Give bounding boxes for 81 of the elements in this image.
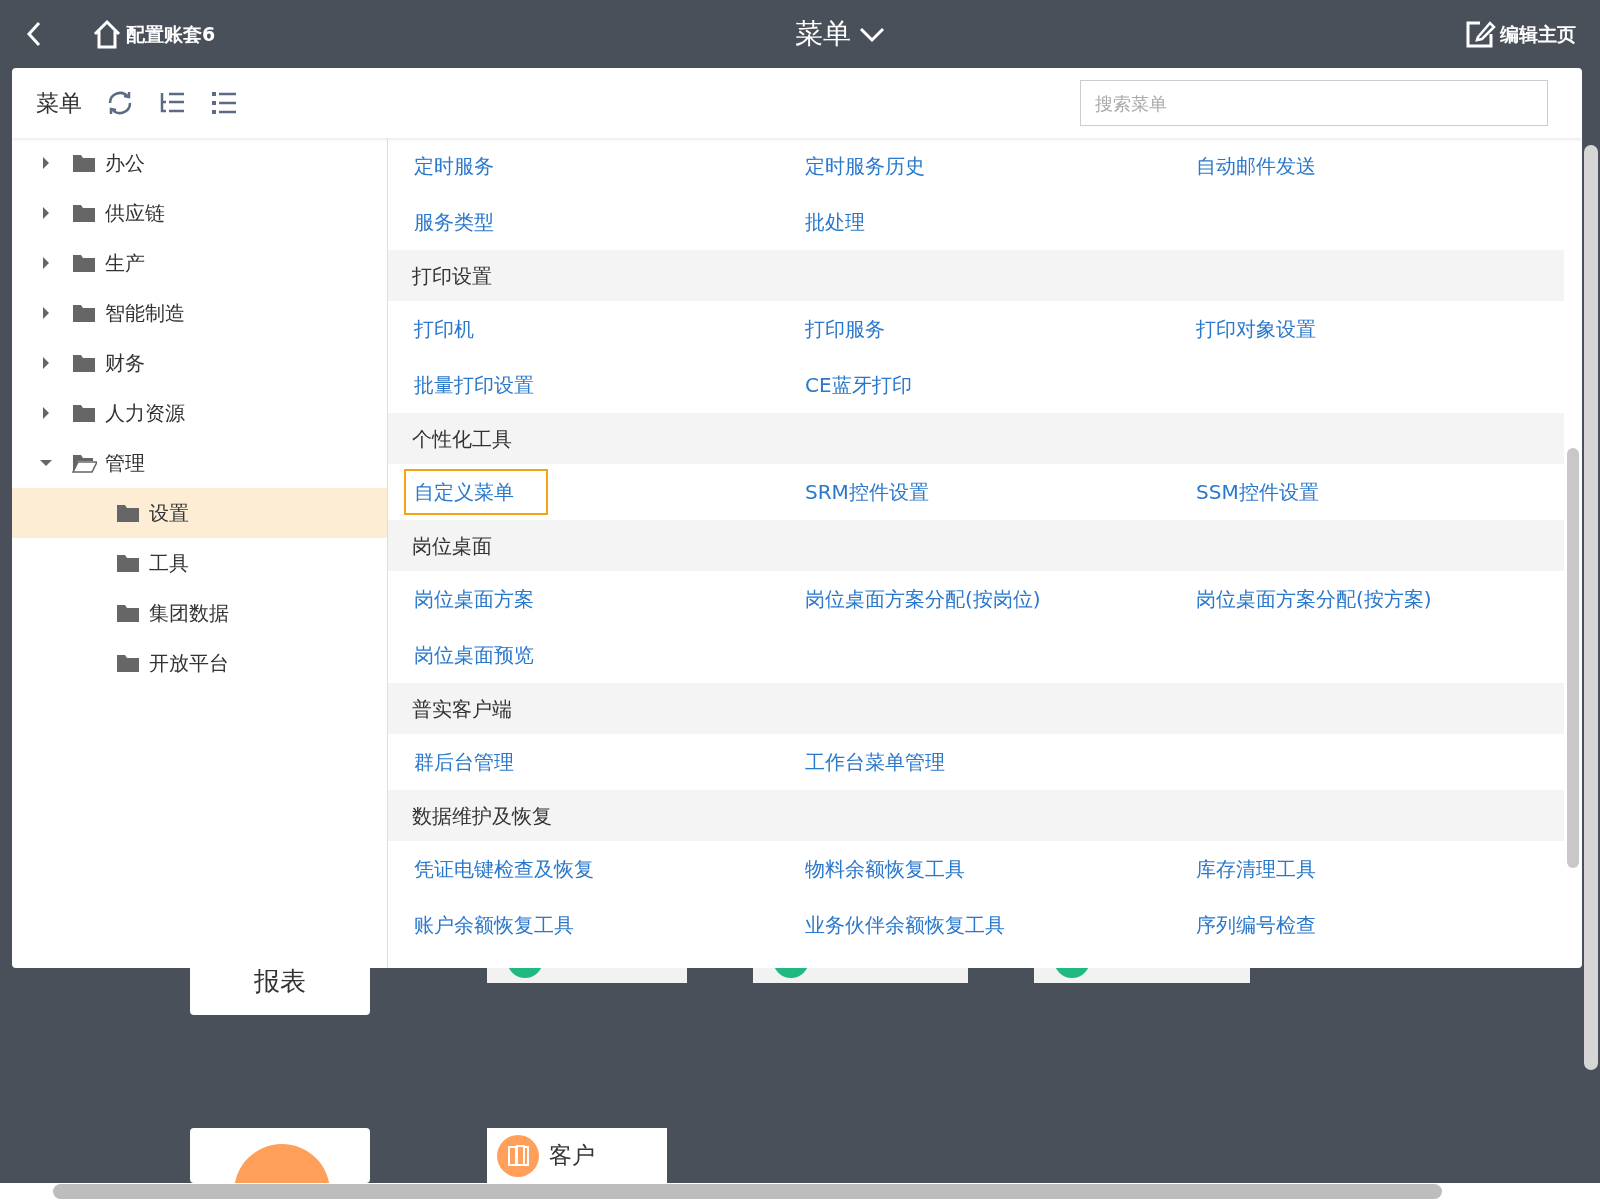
menu-link[interactable]: 岗位桌面方案分配(按方案) bbox=[1186, 576, 1442, 622]
panel-title: 菜单 bbox=[36, 88, 82, 118]
home-icon bbox=[92, 19, 122, 49]
tree-item[interactable]: 办公 bbox=[12, 138, 387, 188]
menu-link[interactable]: 批量打印设置 bbox=[404, 362, 544, 408]
menu-link[interactable]: 定时服务 bbox=[404, 143, 504, 189]
tree-item[interactable]: 财务 bbox=[12, 338, 387, 388]
books-icon bbox=[497, 1134, 539, 1177]
menu-link[interactable]: SSM控件设置 bbox=[1186, 469, 1329, 515]
refresh-icon bbox=[106, 89, 134, 117]
section-header: 普实客户端 bbox=[388, 683, 1564, 734]
folder-icon bbox=[72, 252, 97, 274]
app-tile[interactable] bbox=[190, 1128, 370, 1183]
list-button[interactable] bbox=[210, 89, 238, 117]
menu-link[interactable]: 自定义菜单 bbox=[404, 469, 548, 515]
tree-item[interactable]: 管理 bbox=[12, 438, 387, 488]
customer-tile[interactable]: 客户 bbox=[487, 1128, 667, 1183]
caret-down-icon bbox=[40, 457, 52, 469]
menu-link[interactable]: 序列编号检查 bbox=[1186, 902, 1326, 948]
menu-title-dropdown[interactable]: 菜单 bbox=[794, 13, 885, 55]
menu-link[interactable]: 工作台菜单管理 bbox=[795, 739, 955, 785]
menu-link[interactable]: 打印对象设置 bbox=[1186, 306, 1326, 352]
tree-item[interactable]: 人力资源 bbox=[12, 388, 387, 438]
caret-right-icon bbox=[40, 357, 52, 369]
section-header: 个性化工具 bbox=[388, 413, 1564, 464]
tree-item[interactable]: 生产 bbox=[12, 238, 387, 288]
menu-link[interactable]: 业务伙伴余额恢复工具 bbox=[795, 902, 1015, 948]
list-icon bbox=[210, 89, 238, 117]
caret-right-icon bbox=[40, 257, 52, 269]
tree-item[interactable]: 智能制造 bbox=[12, 288, 387, 338]
menu-link[interactable]: 库存清理工具 bbox=[1186, 846, 1326, 892]
menu-link[interactable]: 自动邮件发送 bbox=[1186, 143, 1326, 189]
menu-link[interactable]: 定时服务历史 bbox=[795, 143, 935, 189]
refresh-button[interactable] bbox=[106, 89, 134, 117]
home-link[interactable]: 配置账套6 bbox=[92, 19, 216, 49]
menu-link[interactable]: 岗位桌面方案 bbox=[404, 576, 544, 622]
menu-link[interactable]: 群后台管理 bbox=[404, 739, 524, 785]
report-tile[interactable]: 报表 bbox=[190, 968, 370, 1015]
menu-link[interactable]: 服务类型 bbox=[404, 199, 504, 245]
section-header: 岗位桌面 bbox=[388, 520, 1564, 571]
search-field[interactable]: 搜索菜单 bbox=[1080, 80, 1548, 126]
folder-icon bbox=[72, 352, 97, 374]
app-tile[interactable] bbox=[487, 968, 687, 983]
caret-right-icon bbox=[40, 157, 52, 169]
folder-icon bbox=[116, 552, 141, 574]
section-header: 打印设置 bbox=[388, 250, 1564, 301]
tree-item[interactable]: 供应链 bbox=[12, 188, 387, 238]
menu-link[interactable]: 打印服务 bbox=[795, 306, 895, 352]
tree-item[interactable]: 开放平台 bbox=[12, 638, 387, 688]
folder-icon bbox=[72, 152, 97, 174]
menu-link[interactable]: CE蓝牙打印 bbox=[795, 362, 922, 408]
section-header: 数据维护及恢复 bbox=[388, 790, 1564, 841]
app-tile[interactable] bbox=[1034, 968, 1250, 983]
open-folder-icon bbox=[72, 452, 97, 474]
menu-link[interactable]: 打印机 bbox=[404, 306, 484, 352]
folder-icon bbox=[72, 402, 97, 424]
folder-icon bbox=[72, 202, 97, 224]
edit-icon bbox=[1464, 19, 1496, 49]
menu-link[interactable]: SRM控件设置 bbox=[795, 469, 939, 515]
scrollbar-thumb[interactable] bbox=[1567, 448, 1579, 868]
caret-right-icon bbox=[40, 207, 52, 219]
menu-link[interactable]: 岗位桌面预览 bbox=[404, 632, 544, 678]
menu-link[interactable]: 凭证电键检查及恢复 bbox=[404, 846, 604, 892]
menu-link[interactable]: 批处理 bbox=[795, 199, 875, 245]
folder-icon bbox=[116, 602, 141, 624]
menu-link[interactable]: 物料余额恢复工具 bbox=[795, 846, 975, 892]
caret-right-icon bbox=[40, 307, 52, 319]
edit-home-link[interactable]: 编辑主页 bbox=[1464, 19, 1576, 49]
menu-link[interactable]: 账户余额恢复工具 bbox=[404, 902, 584, 948]
folder-icon bbox=[72, 302, 97, 324]
tree-item[interactable]: 工具 bbox=[12, 538, 387, 588]
folder-icon bbox=[116, 502, 141, 524]
menu-link[interactable]: 岗位桌面方案分配(按岗位) bbox=[795, 576, 1051, 622]
tree-item[interactable]: 设置 bbox=[12, 488, 387, 538]
vertical-scrollbar-thumb[interactable] bbox=[1584, 145, 1598, 1070]
tree-item[interactable]: 集团数据 bbox=[12, 588, 387, 638]
caret-right-icon bbox=[40, 407, 52, 419]
chevron-down-icon bbox=[858, 25, 885, 43]
folder-icon bbox=[116, 652, 141, 674]
app-tile[interactable] bbox=[753, 968, 968, 983]
horizontal-scrollbar-thumb[interactable] bbox=[53, 1184, 1442, 1199]
